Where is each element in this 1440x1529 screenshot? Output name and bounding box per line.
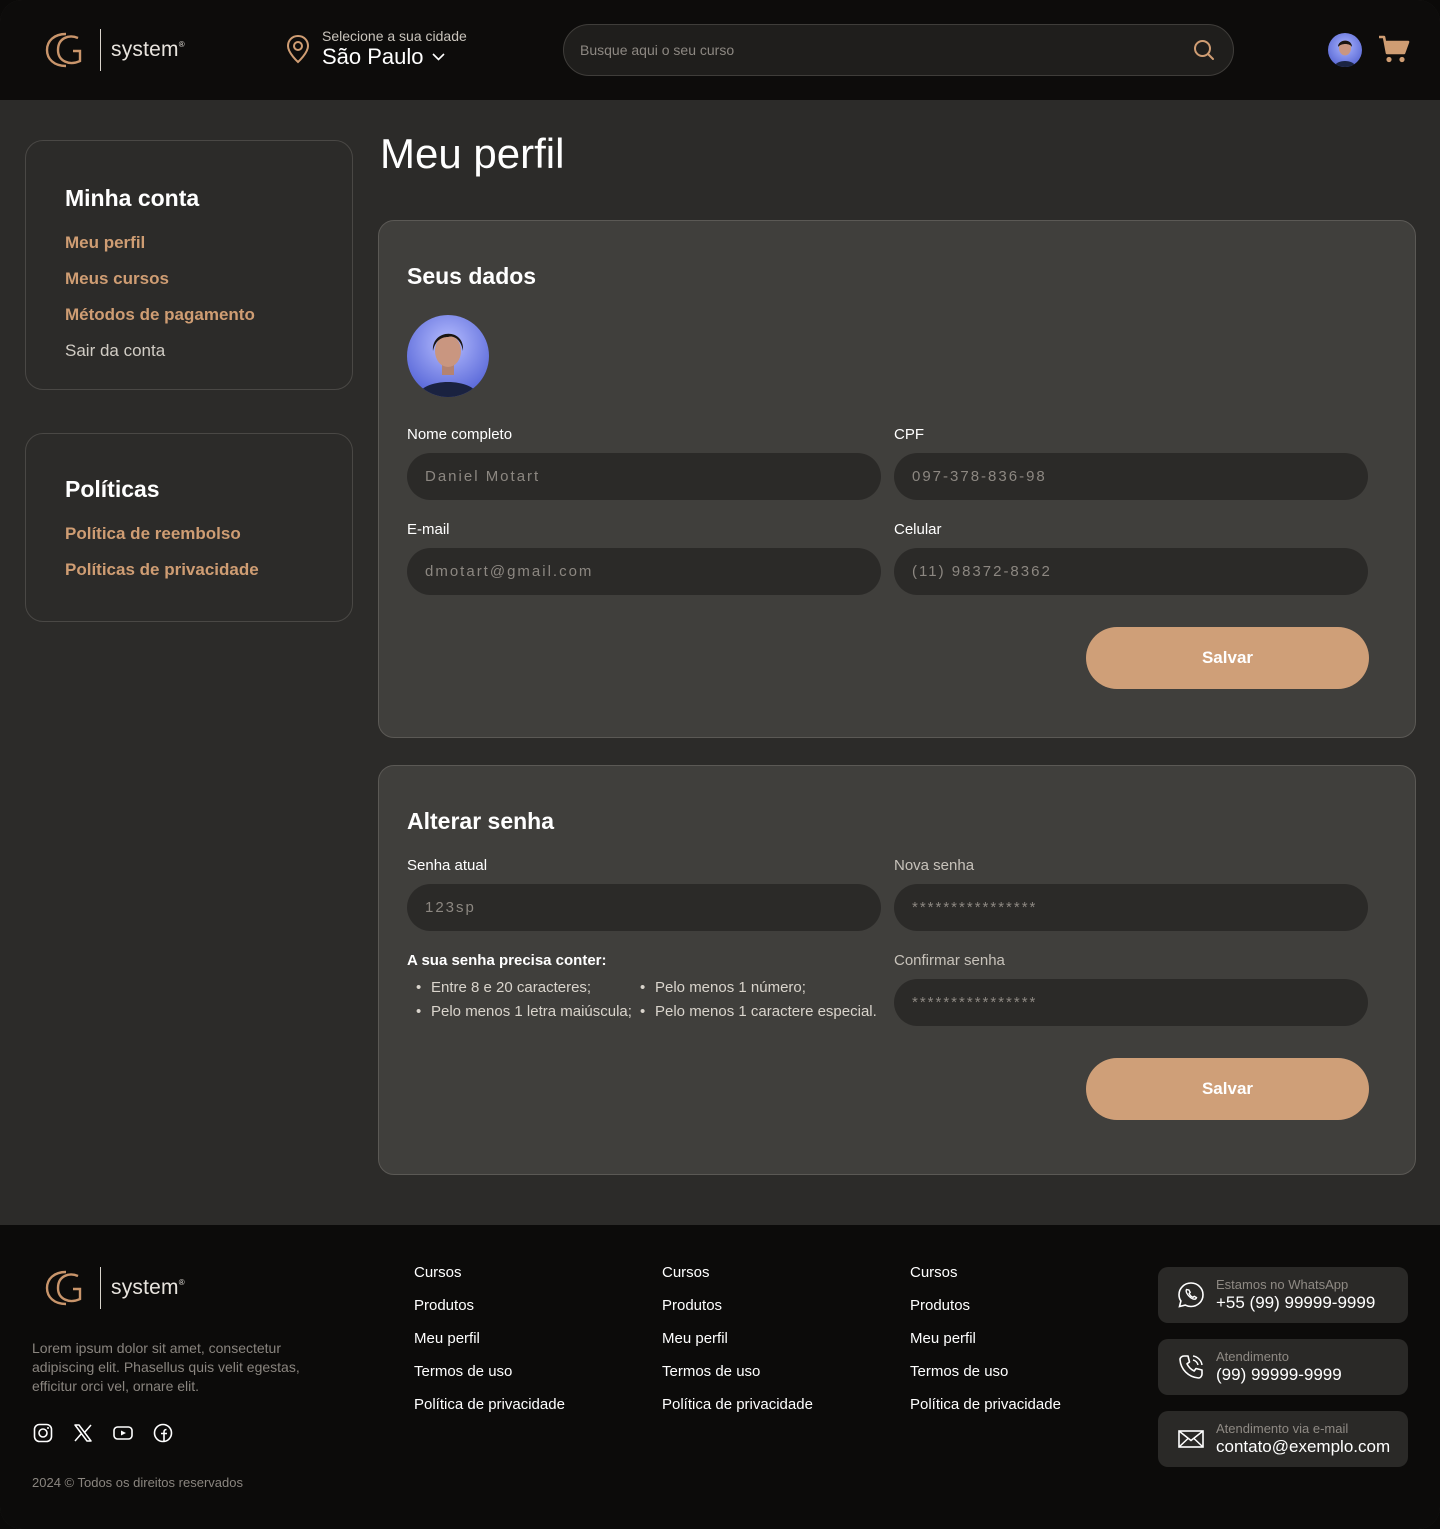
footer-link-produtos[interactable]: Produtos (414, 1297, 565, 1330)
sidebar-item-meu-perfil[interactable]: Meu perfil (65, 233, 145, 253)
city-name[interactable]: São Paulo (322, 44, 467, 70)
policies-menu-title: Políticas (65, 476, 160, 502)
contact-value: (99) 99999-9999 (1216, 1365, 1342, 1384)
footer-link-termos[interactable]: Termos de uso (414, 1363, 565, 1396)
footer-link-produtos[interactable]: Produtos (662, 1297, 813, 1330)
contact-title: Atendimento (1216, 1349, 1289, 1364)
logo-mark-icon (45, 32, 82, 68)
header: system® Selecione a sua cidade São Paulo (0, 0, 1440, 100)
email-field[interactable] (407, 548, 881, 595)
mail-icon (1178, 1430, 1204, 1448)
profile-avatar[interactable] (407, 315, 489, 397)
phone-label: Celular (894, 521, 942, 538)
profile-section-title: Seus dados (407, 263, 537, 289)
search-icon[interactable] (1193, 39, 1215, 61)
policies-menu-card: Políticas Política de reembolso Política… (25, 433, 353, 622)
footer-description: Lorem ipsum dolor sit amet, consectetur … (32, 1340, 300, 1394)
youtube-icon[interactable] (113, 1423, 133, 1443)
footer-link-privacidade[interactable]: Política de privacidade (414, 1396, 565, 1429)
social-links (33, 1423, 173, 1443)
footer-link-meu-perfil[interactable]: Meu perfil (662, 1330, 813, 1363)
contact-whatsapp[interactable]: Estamos no WhatsApp +55 (99) 99999-9999 (1158, 1267, 1408, 1323)
facebook-icon[interactable] (153, 1423, 173, 1443)
location-pin-icon (286, 34, 310, 64)
city-selector[interactable]: Selecione a sua cidade São Paulo (285, 28, 467, 70)
current-password-field[interactable] (407, 884, 881, 931)
contact-title: Estamos no WhatsApp (1216, 1277, 1349, 1292)
logo-mark-icon (45, 1270, 82, 1306)
password-rules-title: A sua senha precisa conter: (407, 952, 607, 969)
brand-wordmark: system® (111, 1276, 185, 1299)
contact-value: contato@exemplo.com (1216, 1437, 1391, 1456)
footer-link-produtos[interactable]: Produtos (910, 1297, 1061, 1330)
footer-links-column-3: Cursos Produtos Meu perfil Termos de uso… (910, 1264, 1061, 1429)
footer-brand-logo[interactable]: system® (44, 1267, 185, 1309)
x-icon[interactable] (73, 1423, 93, 1443)
contact-value: +55 (99) 99999-9999 (1216, 1293, 1376, 1312)
contact-phone[interactable]: Atendimento (99) 99999-9999 (1158, 1339, 1408, 1395)
cart-icon[interactable] (1378, 34, 1410, 64)
profile-panel: Seus dados Nome completo CPF E-mail (378, 220, 1416, 738)
cpf-field[interactable] (894, 453, 1368, 500)
profile-photo-image (407, 315, 489, 397)
sidebar-item-politica-reembolso[interactable]: Política de reembolso (65, 524, 241, 544)
footer-link-privacidade[interactable]: Política de privacidade (662, 1396, 813, 1429)
confirm-password-field[interactable] (894, 979, 1368, 1026)
email-label: E-mail (407, 521, 450, 538)
search-input[interactable] (580, 25, 1170, 75)
city-name-label: São Paulo (322, 44, 424, 69)
search-bar (563, 24, 1234, 76)
password-rule-item: Pelo menos 1 caractere especial. (640, 1003, 877, 1020)
sidebar-item-metodos-pagamento[interactable]: Métodos de pagamento (65, 305, 255, 325)
name-label: Nome completo (407, 426, 513, 443)
sidebar-item-meus-cursos[interactable]: Meus cursos (65, 269, 169, 289)
current-password-label: Senha atual (407, 857, 488, 874)
footer-link-privacidade[interactable]: Política de privacidade (910, 1396, 1061, 1429)
chevron-down-icon (431, 53, 445, 61)
password-rule-item: Pelo menos 1 letra maiúscula; (416, 1003, 632, 1020)
footer-link-cursos[interactable]: Cursos (910, 1264, 1061, 1297)
contact-title: Atendimento via e-mail (1216, 1421, 1349, 1436)
user-avatar-image (1328, 33, 1362, 67)
cpf-label: CPF (894, 426, 924, 443)
new-password-field[interactable] (894, 884, 1368, 931)
confirm-password-label: Confirmar senha (894, 952, 1005, 969)
footer-link-meu-perfil[interactable]: Meu perfil (414, 1330, 565, 1363)
sidebar-item-sair[interactable]: Sair da conta (65, 341, 165, 361)
logo-divider (100, 29, 101, 71)
footer-link-cursos[interactable]: Cursos (662, 1264, 813, 1297)
account-menu-title: Minha conta (65, 185, 200, 211)
brand-logo[interactable]: system® (44, 29, 185, 71)
name-field[interactable] (407, 453, 881, 500)
whatsapp-icon (1178, 1282, 1204, 1308)
city-hint: Selecione a sua cidade (322, 28, 467, 44)
account-menu-card: Minha conta Meu perfil Meus cursos Métod… (25, 140, 353, 390)
copyright: 2024 © Todos os direitos reservados (32, 1475, 243, 1490)
password-section-title: Alterar senha (407, 808, 555, 834)
password-rule-item: Pelo menos 1 número; (640, 979, 806, 996)
footer-link-termos[interactable]: Termos de uso (910, 1363, 1061, 1396)
app-frame: system® Selecione a sua cidade São Paulo (0, 0, 1440, 1529)
footer: system® Lorem ipsum dolor sit amet, cons… (0, 1225, 1440, 1529)
footer-links-column-1: Cursos Produtos Meu perfil Termos de uso… (414, 1264, 565, 1429)
footer-links-column-2: Cursos Produtos Meu perfil Termos de uso… (662, 1264, 813, 1429)
password-rule-item: Entre 8 e 20 caracteres; (416, 979, 591, 996)
phone-icon (1179, 1355, 1203, 1379)
new-password-label: Nova senha (894, 857, 975, 874)
footer-link-cursos[interactable]: Cursos (414, 1264, 565, 1297)
password-panel: Alterar senha Senha atual Nova senha A s… (378, 765, 1416, 1175)
brand-wordmark: system® (111, 38, 185, 61)
instagram-icon[interactable] (33, 1423, 53, 1443)
avatar[interactable] (1328, 33, 1362, 67)
logo-divider (100, 1267, 101, 1309)
save-password-button[interactable]: Salvar (1086, 1058, 1369, 1120)
page-title: Meu perfil (380, 130, 565, 177)
contact-email[interactable]: Atendimento via e-mail contato@exemplo.c… (1158, 1411, 1408, 1467)
save-profile-button[interactable]: Salvar (1086, 627, 1369, 689)
footer-link-meu-perfil[interactable]: Meu perfil (910, 1330, 1061, 1363)
phone-field[interactable] (894, 548, 1368, 595)
footer-link-termos[interactable]: Termos de uso (662, 1363, 813, 1396)
sidebar-item-politicas-privacidade[interactable]: Políticas de privacidade (65, 560, 259, 580)
